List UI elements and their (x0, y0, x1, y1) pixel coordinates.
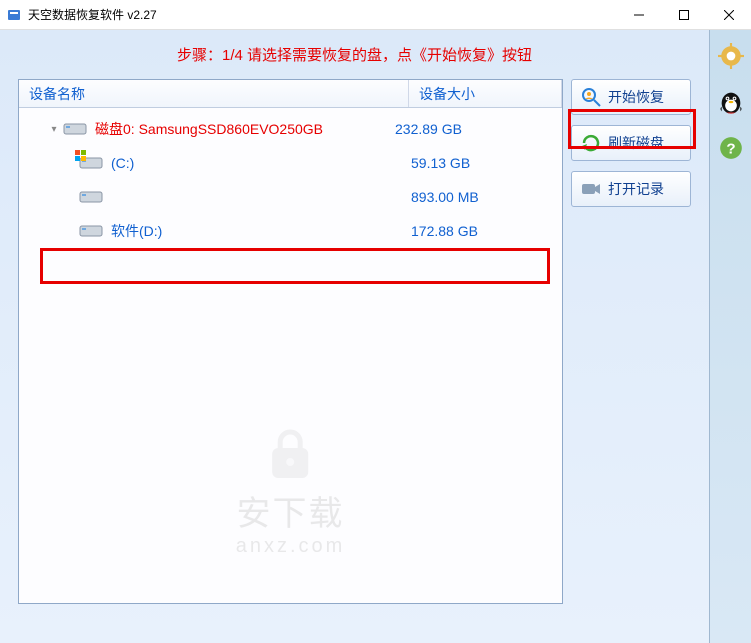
help-button[interactable]: ? (715, 132, 747, 164)
refresh-disk-button[interactable]: 刷新磁盘 (571, 125, 691, 161)
disk-label: 磁盘0: SamsungSSD860EVO250GB (95, 119, 395, 139)
column-header-name[interactable]: 设备名称 (19, 80, 409, 107)
minimize-button[interactable] (616, 0, 661, 29)
watermark-text: 安下载 (236, 486, 346, 535)
button-label: 打开记录 (608, 179, 664, 199)
disk-size: 232.89 GB (395, 121, 462, 137)
device-tree: ▾ 磁盘0: SamsungSSD860EVO250GB 232.89 GB (19, 108, 562, 603)
open-log-button[interactable]: 打开记录 (571, 171, 691, 207)
partition-row[interactable]: 893.00 MB (19, 180, 562, 214)
maximize-button[interactable] (661, 0, 706, 29)
window-title: 天空数据恢复软件 v2.27 (28, 6, 616, 23)
table-header: 设备名称 设备大小 (19, 80, 562, 108)
step-instruction: 步骤：1/4 请选择需要恢复的盘，点《开始恢复》按钮 (18, 44, 691, 65)
partition-label: 软件(D:) (111, 221, 411, 241)
search-user-icon (580, 86, 602, 108)
settings-gear-button[interactable] (715, 40, 747, 72)
main-area: 步骤：1/4 请选择需要恢复的盘，点《开始恢复》按钮 设备名称 设备大小 ▾ 磁… (0, 30, 709, 643)
device-panel: 设备名称 设备大小 ▾ 磁盘0: SamsungSSD860EVO250GB 2… (18, 79, 563, 604)
watermark: 安下载 anxz.com (236, 428, 346, 558)
start-recover-button[interactable]: 开始恢复 (571, 79, 691, 115)
drive-icon (79, 222, 103, 240)
column-header-size[interactable]: 设备大小 (409, 80, 562, 107)
partition-size: 893.00 MB (411, 189, 479, 205)
watermark-url: anxz.com (236, 535, 346, 558)
button-label: 开始恢复 (608, 87, 664, 107)
camera-icon (580, 178, 602, 200)
qq-contact-button[interactable] (715, 86, 747, 118)
partition-label: (C:) (111, 155, 411, 171)
window-controls (616, 0, 751, 29)
partition-size: 172.88 GB (411, 223, 478, 239)
refresh-icon (580, 132, 602, 154)
titlebar: 天空数据恢复软件 v2.27 (0, 0, 751, 30)
disk-icon (63, 120, 87, 138)
button-label: 刷新磁盘 (608, 133, 664, 153)
partition-row[interactable]: (C:) 59.13 GB (19, 146, 562, 180)
partition-row[interactable]: 软件(D:) 172.88 GB (19, 214, 562, 248)
svg-text:?: ? (726, 140, 735, 157)
side-toolbar: ? (709, 30, 751, 643)
drive-icon (79, 188, 103, 206)
disk-row[interactable]: ▾ 磁盘0: SamsungSSD860EVO250GB 232.89 GB (19, 112, 562, 146)
partition-size: 59.13 GB (411, 155, 470, 171)
app-icon (6, 7, 22, 23)
chevron-down-icon[interactable]: ▾ (47, 124, 61, 135)
drive-icon (79, 154, 103, 172)
windows-badge-icon (75, 150, 87, 162)
actions-column: 开始恢复 刷新磁盘 打开记录 (571, 79, 691, 604)
close-button[interactable] (706, 0, 751, 29)
